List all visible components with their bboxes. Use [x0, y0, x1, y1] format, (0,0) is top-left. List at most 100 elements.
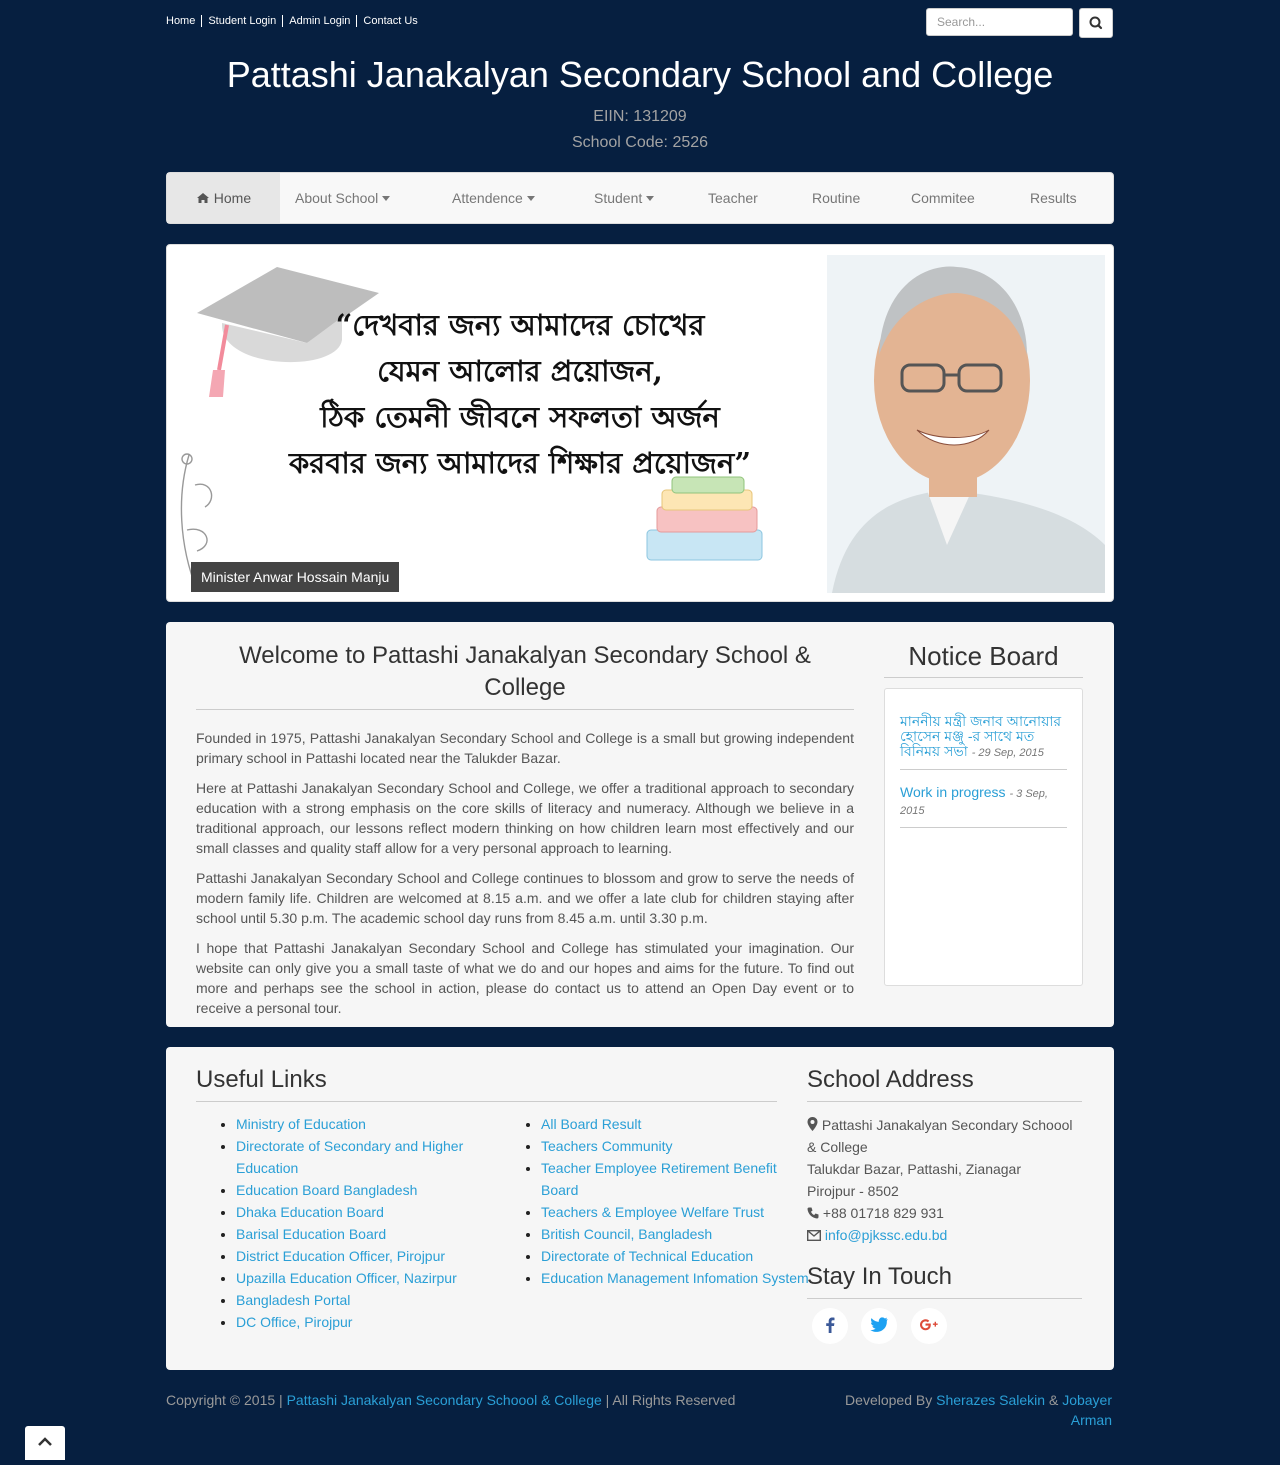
nav-student[interactable]: Student	[594, 173, 655, 223]
banner-quote: “দেখবার জন্য আমাদের চোখের যেমন আলোর প্রয…	[190, 302, 850, 486]
link-retirement-benefit-board[interactable]: Teacher Employee Retirement Benefit Boar…	[541, 1160, 777, 1198]
copyright: Copyright © 2015 | Pattashi Janakalyan S…	[166, 1390, 735, 1410]
list-item: District Education Officer, Pirojpur	[236, 1245, 506, 1267]
useful-links-heading: Useful Links	[196, 1065, 777, 1102]
google-plus-button[interactable]	[911, 1308, 947, 1344]
link-dhaka-board[interactable]: Dhaka Education Board	[236, 1204, 384, 1220]
link-emis[interactable]: Education Management Infomation System	[541, 1270, 809, 1286]
site-header: Pattashi Janakalyan Secondary School and…	[0, 52, 1280, 156]
phone-icon	[807, 1207, 819, 1219]
link-all-board-result[interactable]: All Board Result	[541, 1116, 641, 1132]
stay-in-touch-heading: Stay In Touch	[807, 1262, 1082, 1299]
nav-student-label: Student	[594, 190, 643, 206]
notice-date: - 29 Sep, 2015	[971, 747, 1044, 759]
list-item: Directorate of Secondary and Higher Educ…	[236, 1135, 506, 1179]
nav-about-school[interactable]: About School	[295, 173, 391, 223]
link-district-education-officer[interactable]: District Education Officer, Pirojpur	[236, 1248, 445, 1264]
welcome-paragraph: Founded in 1975, Pattashi Janakalyan Sec…	[196, 730, 854, 766]
copyright-link[interactable]: Pattashi Janakalyan Secondary Schoool & …	[287, 1392, 602, 1408]
link-upazilla-education-officer[interactable]: Upazilla Education Officer, Nazirpur	[236, 1270, 457, 1286]
nav-about-school-label: About School	[295, 190, 379, 206]
link-dshe[interactable]: Directorate of Secondary and Higher Educ…	[236, 1138, 463, 1176]
link-british-council[interactable]: British Council, Bangladesh	[541, 1226, 712, 1242]
minister-portrait	[827, 255, 1105, 593]
facebook-icon	[826, 1317, 835, 1333]
search-placeholder: Search...	[937, 15, 986, 29]
top-link-home[interactable]: Home	[166, 15, 201, 27]
address-name-line: Pattashi Janakalyan Secondary Schoool & …	[807, 1114, 1082, 1158]
facebook-button[interactable]	[812, 1308, 848, 1344]
top-link-student-login[interactable]: Student Login	[201, 15, 283, 27]
search-button[interactable]	[1079, 8, 1113, 38]
google-plus-icon	[920, 1319, 938, 1331]
twitter-button[interactable]	[861, 1308, 897, 1344]
nav-attendence[interactable]: Attendence	[452, 173, 535, 223]
address-phone: +88 01718 829 931	[822, 1205, 944, 1221]
envelope-icon	[806, 1229, 822, 1242]
link-dc-office[interactable]: DC Office, Pirojpur	[236, 1314, 352, 1330]
notice-list[interactable]: মাননীয় মন্ত্রী জনাব আনোয়ার হোসেন মঞ্জু…	[884, 688, 1083, 986]
useful-links-column-2: All Board Result Teachers Community Teac…	[501, 1113, 817, 1289]
useful-links-column-1: Ministry of Education Directorate of Sec…	[196, 1113, 506, 1333]
list-item: DC Office, Pirojpur	[236, 1311, 506, 1333]
developed-by-label: Developed By	[845, 1392, 933, 1408]
link-technical-education[interactable]: Directorate of Technical Education	[541, 1248, 753, 1264]
quote-line: যেমন আলোর প্রয়োজন,	[377, 354, 663, 388]
list-item: British Council, Bangladesh	[541, 1223, 817, 1245]
list-item: Upazilla Education Officer, Nazirpur	[236, 1267, 506, 1289]
notice-board-heading: Notice Board	[884, 640, 1083, 678]
quote-line: ঠিক তেমনী জীবনে সফলতা অর্জন	[320, 400, 720, 434]
copyright-prefix: Copyright © 2015 |	[166, 1392, 283, 1408]
search-icon	[1089, 16, 1103, 30]
link-barisal-board[interactable]: Barisal Education Board	[236, 1226, 386, 1242]
list-item: Education Management Infomation System	[541, 1267, 817, 1289]
top-link-admin-login[interactable]: Admin Login	[282, 15, 357, 27]
welcome-paragraph: Pattashi Janakalyan Secondary School and…	[196, 870, 854, 926]
school-address-heading: School Address	[807, 1065, 1082, 1102]
map-marker-icon	[807, 1117, 818, 1131]
home-icon	[196, 193, 209, 203]
nav-home[interactable]: Home	[167, 173, 280, 223]
nav-routine[interactable]: Routine	[812, 173, 860, 223]
back-to-top-button[interactable]	[25, 1426, 65, 1460]
address-email[interactable]: info@pjkssc.edu.bd	[825, 1227, 947, 1243]
link-ministry-of-education[interactable]: Ministry of Education	[236, 1116, 366, 1132]
twitter-icon	[870, 1317, 888, 1332]
copyright-suffix: | All Rights Reserved	[605, 1392, 736, 1408]
top-link-contact-us[interactable]: Contact Us	[356, 15, 424, 27]
notice-item: Work in progress - 3 Sep, 2015	[900, 780, 1067, 828]
welcome-paragraph: I hope that Pattashi Janakalyan Secondar…	[196, 940, 854, 1016]
nav-teacher[interactable]: Teacher	[708, 173, 758, 223]
notice-item: মাননীয় মন্ত্রী জনাব আনোয়ার হোসেন মঞ্জু…	[900, 709, 1067, 770]
list-item: Teachers Community	[541, 1135, 817, 1157]
developer-link[interactable]: Sherazes Salekin	[936, 1392, 1045, 1408]
link-education-board[interactable]: Education Board Bangladesh	[236, 1182, 417, 1198]
top-links: Home Student Login Admin Login Contact Us	[166, 15, 424, 27]
site-title: Pattashi Janakalyan Secondary School and…	[226, 54, 1054, 95]
notice-link[interactable]: Work in progress	[900, 784, 1006, 800]
quote-line: “দেখবার জন্য আমাদের চোখের	[335, 308, 705, 342]
useful-links: Useful Links Ministry of Education Direc…	[196, 1065, 809, 1330]
developer-credits: Developed By Sherazes Salekin & Jobayer …	[830, 1390, 1112, 1430]
welcome-panel: Welcome to Pattashi Janakalyan Secondary…	[166, 622, 1114, 1027]
chevron-up-icon	[38, 1437, 52, 1446]
list-item: Dhaka Education Board	[236, 1201, 506, 1223]
address-email-line: info@pjkssc.edu.bd	[806, 1224, 1082, 1246]
search-input[interactable]: Search...	[926, 8, 1073, 36]
welcome-paragraph: Here at Pattashi Janakalyan Secondary Sc…	[196, 780, 854, 856]
caret-down-icon	[646, 196, 655, 201]
nav-home-label: Home	[213, 190, 252, 206]
top-bar: Home Student Login Admin Login Contact Us S…	[166, 0, 1114, 45]
developer-link[interactable]: Jobayer Arman	[1062, 1392, 1112, 1428]
nav-commitee[interactable]: Commitee	[911, 173, 975, 223]
link-welfare-trust[interactable]: Teachers & Employee Welfare Trust	[541, 1204, 764, 1220]
list-item: Bangladesh Portal	[236, 1289, 506, 1311]
list-item: Teacher Employee Retirement Benefit Boar…	[541, 1157, 817, 1201]
link-teachers-community[interactable]: Teachers Community	[541, 1138, 673, 1154]
welcome-heading: Welcome to Pattashi Janakalyan Secondary…	[196, 640, 854, 710]
nav-results[interactable]: Results	[1030, 173, 1077, 223]
address-line-2: Pirojpur - 8502	[807, 1183, 899, 1199]
link-bangladesh-portal[interactable]: Bangladesh Portal	[236, 1292, 350, 1308]
books-illustration	[646, 476, 763, 561]
address-line-1: Talukdar Bazar, Pattashi, Zianagar	[807, 1161, 1022, 1177]
